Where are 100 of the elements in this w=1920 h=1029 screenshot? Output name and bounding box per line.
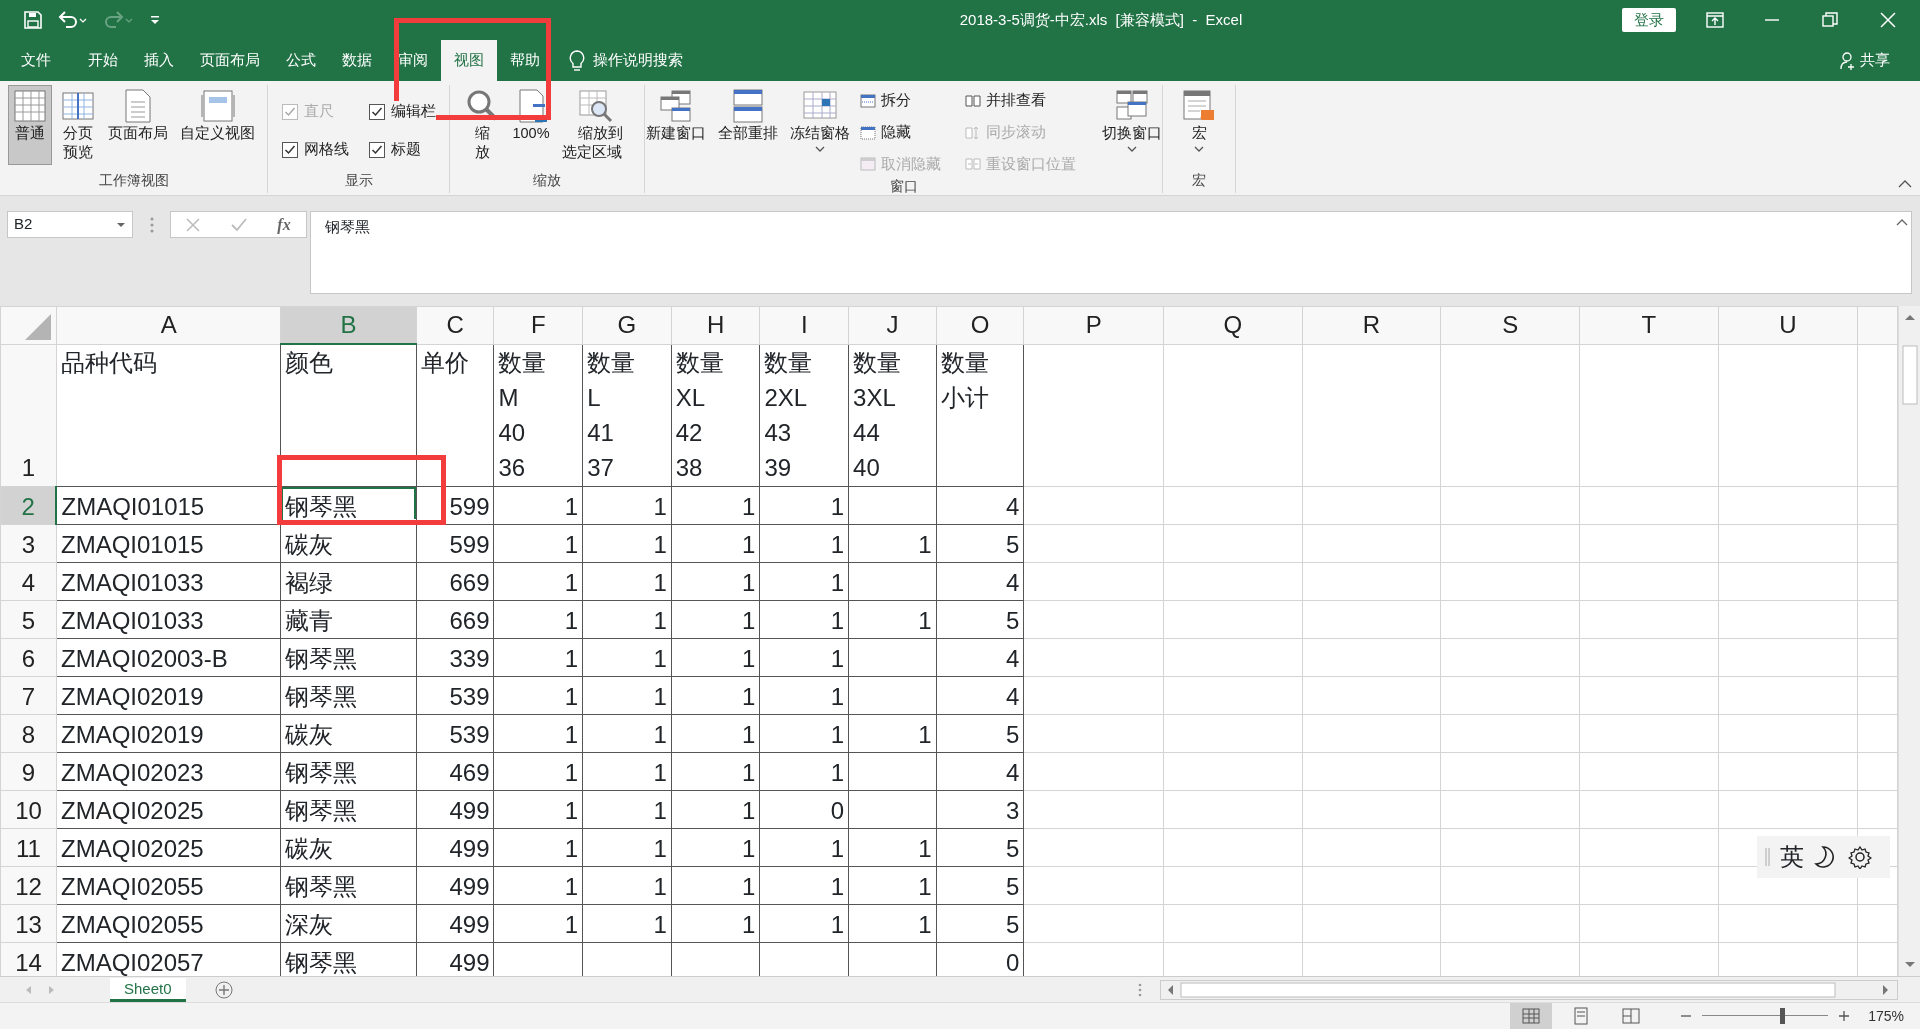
settings-icon[interactable] — [1848, 845, 1872, 869]
ribbon-tab[interactable]: 页面布局 — [187, 40, 273, 81]
table-cell: 669 — [449, 606, 490, 634]
ribbon-tab[interactable]: 文件 — [8, 40, 64, 81]
ribbon-button[interactable]: 隐藏 — [857, 120, 943, 145]
checkbox[interactable]: 标题 — [368, 138, 436, 161]
customize-icon[interactable] — [150, 14, 160, 26]
column-header[interactable]: B — [280, 306, 417, 344]
table-cell-text: 数量 2XL 43 39 — [764, 347, 814, 483]
sign-in-button[interactable]: 登录 — [1622, 7, 1676, 33]
table-cell: 1 — [918, 872, 932, 900]
row-header[interactable]: 14 — [0, 942, 57, 976]
language-toggle[interactable]: 英 — [1780, 839, 1804, 875]
column-header[interactable]: P — [1023, 306, 1164, 344]
ribbon-button[interactable]: 分页预览 — [56, 85, 100, 165]
column-header[interactable]: F — [494, 306, 583, 344]
ribbon-tab[interactable]: 帮助 — [497, 40, 553, 81]
column-header[interactable]: T — [1579, 306, 1719, 344]
ribbon-button[interactable]: 切换窗口 — [1097, 85, 1166, 177]
vertical-scrollbar[interactable] — [1898, 306, 1920, 976]
column-header[interactable]: S — [1440, 306, 1580, 344]
row-header[interactable]: 4 — [0, 562, 57, 600]
undo-icon[interactable] — [58, 11, 88, 29]
table-cell: 钢琴黑 — [285, 872, 358, 900]
formula-field[interactable]: 钢琴黑 — [310, 211, 1912, 294]
zoom-slider[interactable] — [1702, 1008, 1829, 1024]
ribbon-button[interactable]: 100% — [508, 85, 554, 165]
expand-icon[interactable] — [1896, 218, 1908, 226]
share-button[interactable]: 共享 — [1834, 48, 1896, 73]
ribbon-tab[interactable]: 视图 — [441, 40, 497, 81]
table-cell: ZMAQI02025 — [61, 834, 204, 862]
ribbon-button[interactable]: 宏 — [1177, 85, 1221, 158]
save-icon[interactable] — [24, 11, 42, 29]
insert-function-button[interactable]: fx — [277, 212, 291, 237]
zoom-in-icon[interactable] — [1838, 1010, 1851, 1022]
table-cell: 5 — [1006, 720, 1020, 748]
view-button[interactable] — [1510, 1003, 1553, 1029]
ribbon-tab[interactable]: 公式 — [273, 40, 329, 81]
row-header[interactable]: 9 — [0, 752, 57, 790]
ribbon-tab[interactable]: 插入 — [131, 40, 187, 81]
ribbon-button[interactable]: 自定义视图 — [176, 85, 259, 165]
search-prompt[interactable]: 操作说明搜索 — [593, 49, 683, 72]
ribbon-tab[interactable]: 数据 — [329, 40, 385, 81]
window-icon — [859, 156, 876, 173]
ribbon-button[interactable]: 缩放到选定区域 — [557, 85, 634, 165]
ribbon-button[interactable]: 普通 — [8, 85, 52, 165]
sheet-tab[interactable]: Sheet0 — [110, 977, 186, 1002]
name-box[interactable]: B2 — [7, 211, 133, 238]
column-header[interactable]: J — [848, 306, 937, 344]
ribbon-button[interactable]: 拆分 — [857, 89, 943, 113]
row-header[interactable]: 5 — [0, 600, 57, 638]
column-header[interactable]: O — [936, 306, 1024, 344]
row-header[interactable]: 2 — [0, 486, 57, 524]
ribbon-button[interactable]: 页面布局 — [104, 85, 172, 165]
table-cell: 碳灰 — [285, 834, 334, 862]
collapse-icon[interactable] — [1898, 179, 1912, 189]
ribbon-display-icon[interactable] — [1706, 12, 1724, 28]
ribbon-button[interactable]: 并排查看 — [962, 89, 1078, 113]
column-header[interactable]: R — [1302, 306, 1441, 344]
hide-window-icon — [859, 124, 876, 141]
column-header[interactable]: U — [1718, 306, 1858, 344]
close-icon[interactable] — [1880, 12, 1896, 28]
table-cell: ZMAQI01015 — [61, 530, 204, 558]
ribbon-button[interactable]: 缩放 — [460, 85, 505, 165]
row-header[interactable]: 10 — [0, 790, 57, 828]
row-header[interactable]: 13 — [0, 904, 57, 942]
grip-icon — [1138, 982, 1142, 997]
column-header[interactable]: C — [416, 306, 494, 344]
column-header[interactable]: I — [759, 306, 849, 344]
table-cell: 4 — [1006, 758, 1020, 786]
group-label: 显示 — [343, 171, 374, 190]
ribbon-tab[interactable]: 审阅 — [385, 40, 441, 81]
row-header[interactable]: 12 — [0, 866, 57, 904]
row-header[interactable]: 7 — [0, 676, 57, 714]
slider-thumb[interactable] — [1779, 1008, 1785, 1024]
ribbon-button[interactable]: 冻结窗格 — [785, 85, 854, 177]
table-cell-text: 数量 XL 42 38 — [675, 347, 725, 483]
table-cell: 5 — [1006, 834, 1020, 862]
row-header[interactable]: 8 — [0, 714, 57, 752]
table-cell: 1 — [653, 758, 667, 786]
table-cell: 1 — [653, 606, 667, 634]
person-add-icon — [1840, 51, 1856, 70]
row-header[interactable]: 3 — [0, 524, 57, 562]
zoom-level[interactable]: 175% — [1868, 1005, 1904, 1027]
ribbon-button[interactable]: 新建窗口 — [641, 85, 710, 177]
table-cell: ZMAQI02023 — [61, 758, 204, 786]
table-cell: 339 — [449, 644, 490, 672]
row-header[interactable]: 6 — [0, 638, 57, 676]
column-header[interactable]: A — [56, 306, 281, 344]
ribbon-tab[interactable]: 开始 — [75, 40, 131, 81]
add-sheet-icon[interactable] — [213, 979, 234, 1000]
restore-icon[interactable] — [1822, 12, 1838, 28]
table-cell-text: 数量 3XL 44 40 — [853, 347, 903, 483]
row-header[interactable]: 11 — [0, 828, 57, 866]
column-header[interactable]: G — [582, 306, 672, 344]
ribbon-button[interactable]: 全部重排 — [713, 85, 782, 177]
horizontal-scrollbar[interactable] — [1160, 979, 1898, 1000]
column-header[interactable]: Q — [1163, 306, 1303, 344]
column-header[interactable]: H — [671, 306, 760, 344]
row-header[interactable]: 1 — [0, 344, 57, 486]
